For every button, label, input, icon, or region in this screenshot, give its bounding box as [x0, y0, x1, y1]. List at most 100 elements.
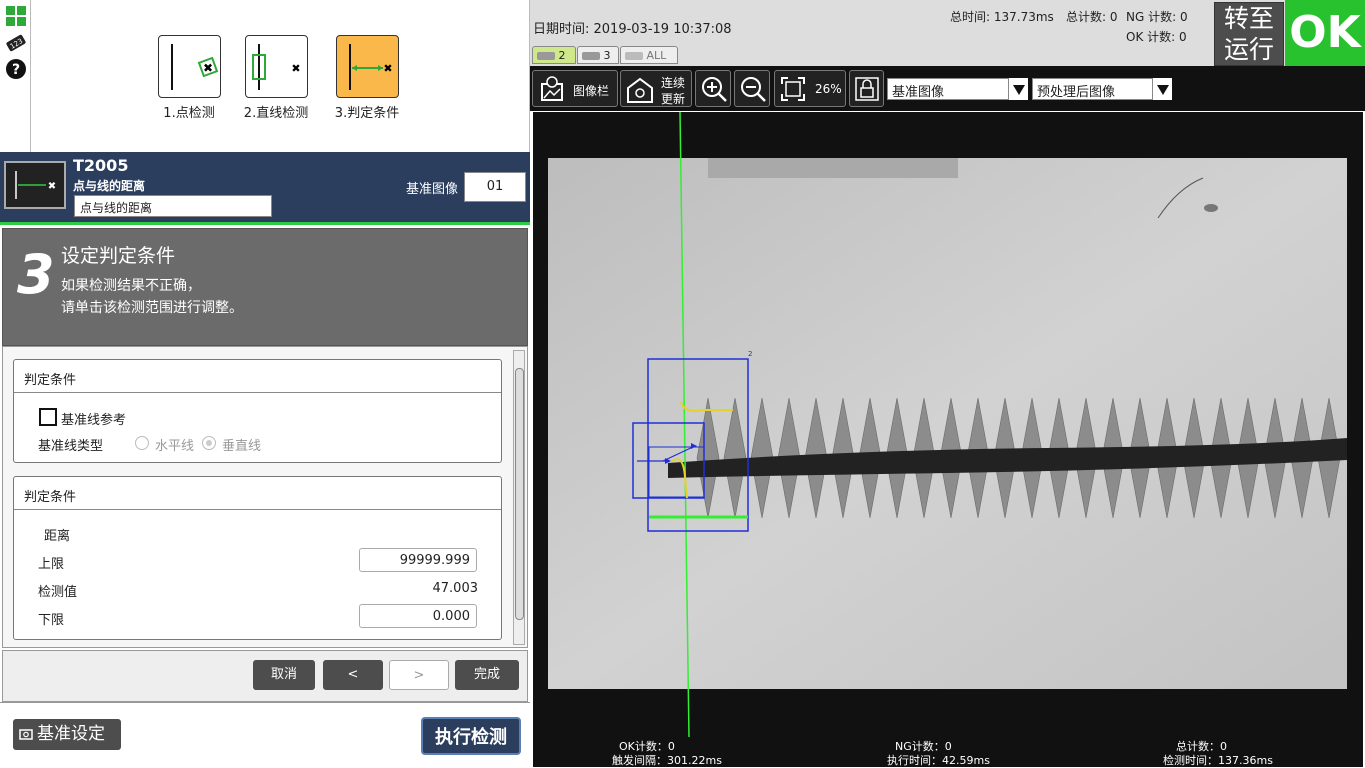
- zoom-in-button[interactable]: [695, 70, 731, 107]
- horizontal-radio-label: 水平线: [155, 439, 195, 454]
- form-scrollbar-thumb[interactable]: [515, 368, 524, 620]
- line-detect-region[interactable]: [647, 358, 749, 532]
- fit-screen-icon: [781, 77, 805, 101]
- next-button[interactable]: >: [389, 660, 449, 690]
- zoom-out-icon: [741, 77, 766, 102]
- vertical-radio-label: 垂直线: [222, 439, 262, 454]
- step-line-detect-button[interactable]: ✖: [245, 35, 308, 98]
- group-title: 判定条件: [14, 360, 501, 393]
- zoom-level: 26%: [815, 82, 842, 96]
- svg-text:?: ?: [12, 62, 20, 78]
- status-detect-time: 检测时间：137.36ms: [1163, 754, 1273, 767]
- camera-tab-label: ALL: [646, 49, 667, 62]
- camera-update-icon: [627, 77, 653, 103]
- continuous-line2: 更新: [661, 92, 686, 106]
- step-title: 设定判定条件: [61, 245, 176, 267]
- upper-limit-label: 上限: [38, 557, 65, 572]
- image-bar-icon: [541, 76, 563, 101]
- step-instruction-panel: 3 设定判定条件 如果检测结果不正确， 请单击该检测范围进行调整。: [2, 228, 528, 346]
- reference-line-checkbox[interactable]: [39, 408, 57, 426]
- svg-text:✖: ✖: [48, 181, 56, 192]
- reference-image-field[interactable]: 01: [464, 172, 526, 202]
- line-detect-icon: ✖: [252, 44, 301, 90]
- measured-value: 47.003: [432, 581, 479, 596]
- step-judge-condition-button[interactable]: ✖: [336, 35, 399, 98]
- reference-line-checkbox-label: 基准线参考: [61, 413, 127, 428]
- zoom-in-icon: [702, 77, 727, 102]
- status-trigger-interval: 触发间隔：301.22ms: [612, 754, 722, 767]
- horizontal-radio[interactable]: [135, 436, 149, 450]
- svg-text:✖: ✖: [291, 62, 300, 75]
- goto-run-button[interactable]: 转至 运行: [1214, 2, 1284, 66]
- fit-zoom-button[interactable]: 26%: [774, 70, 846, 107]
- help-icon[interactable]: ?: [5, 58, 27, 80]
- step-number: 3: [17, 243, 55, 306]
- ng-count: NG 计数: 0: [1126, 10, 1188, 24]
- base-settings-button[interactable]: 基准设定: [13, 719, 121, 750]
- lock-icon: [855, 77, 879, 101]
- continuous-update-button[interactable]: 连续 更新: [620, 70, 692, 107]
- grid-icon[interactable]: [5, 5, 27, 27]
- step-description-line1: 如果检测结果不正确，: [61, 278, 201, 294]
- execute-detect-button[interactable]: 执行检测: [421, 717, 521, 755]
- image-processing-select[interactable]: 预处理后图像: [1032, 78, 1154, 100]
- image-bar-button[interactable]: 图像栏: [532, 70, 618, 107]
- camera-icon: [537, 52, 555, 60]
- status-exec-time: 执行时间：42.59ms: [887, 754, 990, 767]
- camera-icon: [625, 52, 643, 60]
- camera-tab-2[interactable]: 2: [532, 46, 576, 64]
- svg-text:✖: ✖: [203, 61, 213, 75]
- tool-id: T2005: [73, 156, 129, 175]
- camera-tab-all[interactable]: ALL: [620, 46, 678, 64]
- continuous-line1: 连续: [661, 76, 686, 90]
- chevron-down-icon[interactable]: [1008, 78, 1028, 100]
- reference-line: [679, 112, 690, 737]
- point-detect-icon: ✖: [171, 44, 219, 90]
- step-point-detect-button[interactable]: ✖: [158, 35, 221, 98]
- step-description-line2: 请单击该检测范围进行调整。: [61, 300, 243, 316]
- lower-limit-label: 下限: [38, 613, 65, 628]
- point-line-distance-icon: ✖: [349, 44, 393, 90]
- ok-count: OK 计数: 0: [1126, 30, 1187, 44]
- image-bar-label: 图像栏: [573, 84, 610, 98]
- side-icon-bar: 123 ?: [0, 0, 31, 152]
- finish-button[interactable]: 完成: [455, 660, 519, 690]
- settings-image-icon: [19, 729, 33, 740]
- tool-type: 点与线的距离: [73, 179, 146, 193]
- measured-value-label: 检测值: [38, 585, 78, 600]
- vertical-radio[interactable]: [202, 436, 216, 450]
- reference-line-group: 判定条件 基准线参考 基准线类型 水平线 垂直线: [13, 359, 502, 463]
- goto-run-line2: 运行: [1223, 35, 1274, 64]
- base-settings-label: 基准设定: [37, 724, 105, 744]
- lock-view-button[interactable]: [849, 70, 884, 107]
- lower-limit-input[interactable]: 0.000: [359, 604, 477, 628]
- prev-button[interactable]: <: [323, 660, 383, 690]
- tool-name-input[interactable]: 点与线的距离: [74, 195, 272, 217]
- chevron-down-icon[interactable]: [1152, 78, 1172, 100]
- header-divider: [0, 222, 530, 225]
- detection-overlay[interactable]: 2: [533, 112, 1363, 737]
- group-title: 判定条件: [14, 477, 501, 510]
- step-judge-condition-label: 3.判定条件: [334, 106, 400, 121]
- camera-icon: [582, 52, 600, 60]
- camera-tab-label: 2: [558, 49, 566, 62]
- image-source-select[interactable]: 基准图像: [887, 78, 1009, 100]
- datetime: 日期时间: 2019-03-19 10:37:08: [533, 22, 732, 37]
- tool-thumbnail: ✖: [4, 161, 66, 209]
- goto-run-line1: 转至: [1223, 4, 1274, 33]
- camera-tab-3[interactable]: 3: [577, 46, 619, 64]
- upper-limit-input[interactable]: 99999.999: [359, 548, 477, 572]
- zoom-out-button[interactable]: [734, 70, 770, 107]
- svg-text:✖: ✖: [383, 62, 392, 75]
- cancel-button[interactable]: 取消: [253, 660, 315, 690]
- tool-header: ✖ T2005 点与线的距离 点与线的距离 基准图像 01: [0, 152, 530, 222]
- region-tag: 2: [748, 350, 752, 358]
- camera-tab-label: 3: [603, 49, 611, 62]
- distance-section-label: 距离: [44, 529, 71, 544]
- distance-judge-group: 判定条件 距离 上限 99999.999 检测值 47.003 下限 0.000: [13, 476, 502, 640]
- line-type-label: 基准线类型: [38, 439, 104, 454]
- counter-tag-icon[interactable]: 123: [5, 32, 27, 54]
- step-line-detect-label: 2.直线检测: [243, 106, 309, 121]
- result-badge: OK: [1285, 0, 1365, 66]
- step-point-detect-label: 1.点检测: [163, 106, 215, 121]
